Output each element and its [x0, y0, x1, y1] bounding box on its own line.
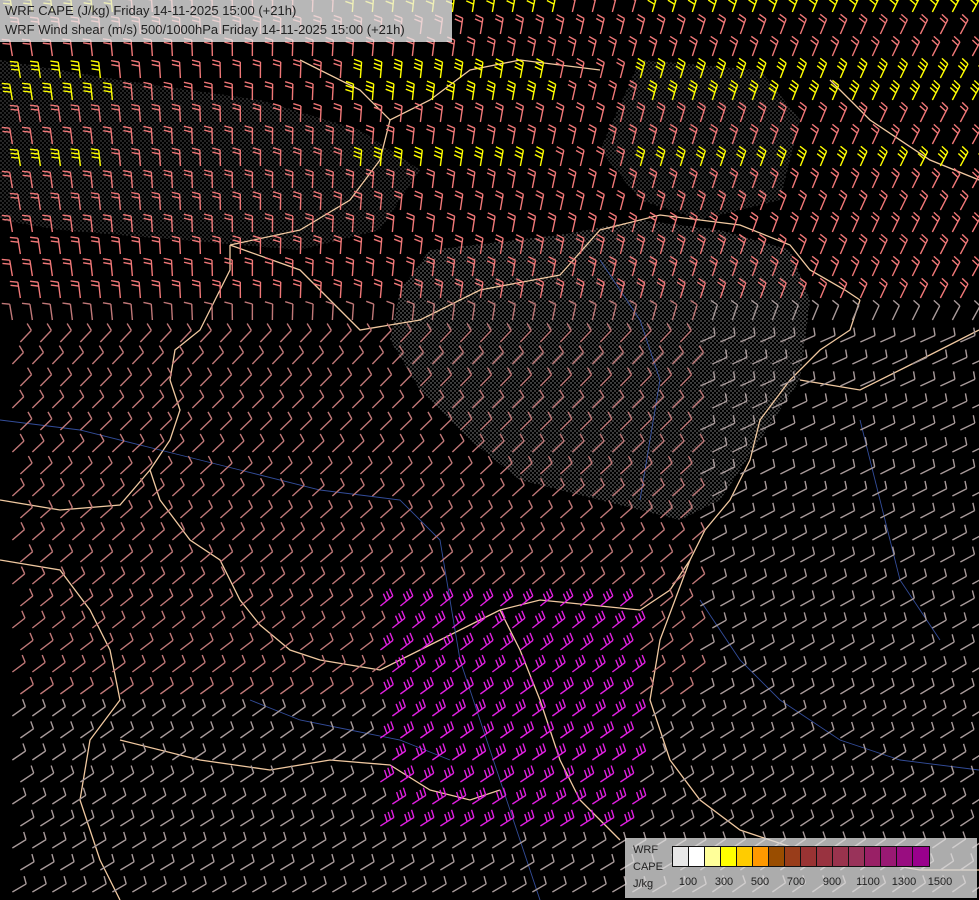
legend-tick-label: 1300	[891, 876, 917, 888]
legend-tick-label: 1500	[927, 876, 953, 888]
legend-swatch	[801, 847, 817, 866]
legend-tick-labels: 100 300 500 700 900 1100 1300 1500	[672, 876, 972, 890]
legend-swatch	[913, 847, 929, 866]
wind-shear-title: WRF Wind shear (m/s) 500/1000hPa Friday …	[5, 22, 405, 37]
legend-swatch	[817, 847, 833, 866]
legend-tick-label: 900	[822, 876, 842, 888]
map-title-box: WRF CAPE (J/kg) Friday 14-11-2025 15:00 …	[0, 0, 452, 42]
wind-shear-map	[0, 0, 979, 900]
legend-swatch	[849, 847, 865, 866]
cape-legend: WRF CAPE J/kg 100 300 500 700 900 1100 1300 150…	[625, 838, 977, 898]
legend-tick-label: 300	[714, 876, 734, 888]
legend-tick-label: 700	[786, 876, 806, 888]
legend-label-unit: J/kg	[633, 878, 654, 890]
legend-swatch	[897, 847, 913, 866]
legend-swatch	[833, 847, 849, 866]
legend-swatch	[689, 847, 705, 866]
legend-swatch	[737, 847, 753, 866]
legend-tick-label: 100	[678, 876, 698, 888]
legend-swatch	[769, 847, 785, 866]
legend-label-wrf: WRF	[633, 844, 659, 856]
legend-color-scale	[672, 846, 930, 867]
legend-tick-label: 500	[750, 876, 770, 888]
legend-swatch	[705, 847, 721, 866]
legend-label-cape: CAPE	[633, 861, 663, 873]
legend-swatch	[721, 847, 737, 866]
legend-swatch	[865, 847, 881, 866]
legend-swatch	[673, 847, 689, 866]
cape-title: WRF CAPE (J/kg) Friday 14-11-2025 15:00 …	[5, 3, 297, 18]
legend-swatch	[881, 847, 897, 866]
legend-swatch	[785, 847, 801, 866]
legend-tick-label: 1100	[856, 876, 880, 888]
legend-swatch	[753, 847, 769, 866]
